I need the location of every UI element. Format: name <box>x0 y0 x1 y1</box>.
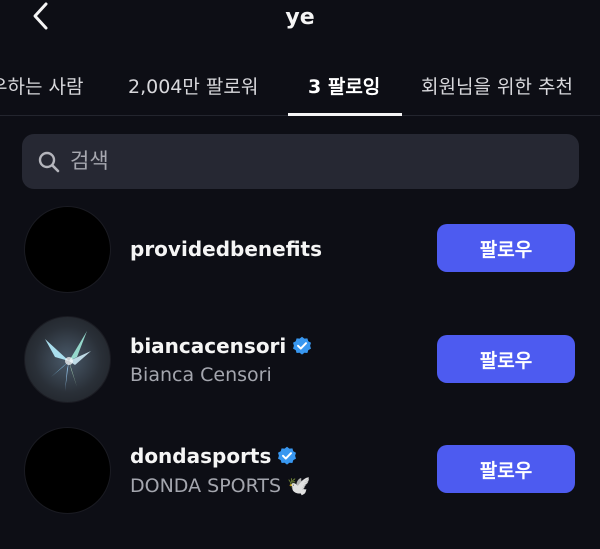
list-item[interactable]: biancacensori Bianca Censori 팔로우 <box>0 310 600 410</box>
top-bar: ye <box>0 0 600 40</box>
full-name: DONDA SPORTS 🕊️ <box>130 475 311 497</box>
search-input[interactable] <box>70 142 550 180</box>
follow-button[interactable]: 팔로우 <box>437 224 575 272</box>
full-name: Bianca Censori <box>130 364 272 386</box>
tab-followers[interactable]: 2,004만 팔로워 <box>128 72 258 99</box>
search-icon <box>38 151 60 173</box>
tab-mutual[interactable]: 우하는 사람 <box>0 72 83 99</box>
avatar[interactable] <box>24 427 111 514</box>
tab-bar: 우하는 사람 2,004만 팔로워 3 팔로잉 회원님을 위한 추천 <box>0 58 600 116</box>
list-item[interactable]: providedbenefits 팔로우 <box>0 200 600 300</box>
avatar[interactable] <box>24 206 111 293</box>
avatar[interactable] <box>24 316 111 403</box>
verified-badge-icon <box>278 446 297 465</box>
username[interactable]: biancacensori <box>130 334 312 358</box>
butterfly-image <box>45 331 91 391</box>
tab-following[interactable]: 3 팔로잉 <box>308 72 380 99</box>
follow-button[interactable]: 팔로우 <box>437 445 575 493</box>
username[interactable]: providedbenefits <box>130 237 322 261</box>
active-tab-indicator <box>288 113 402 116</box>
tab-suggested[interactable]: 회원님을 위한 추천 <box>421 72 573 99</box>
search-bar[interactable] <box>22 134 579 189</box>
follow-button[interactable]: 팔로우 <box>437 335 575 383</box>
verified-badge-icon <box>293 336 312 355</box>
list-item[interactable]: dondasports DONDA SPORTS 🕊️ 팔로우 <box>0 420 600 520</box>
page-title: ye <box>285 5 315 30</box>
username[interactable]: dondasports <box>130 444 297 468</box>
